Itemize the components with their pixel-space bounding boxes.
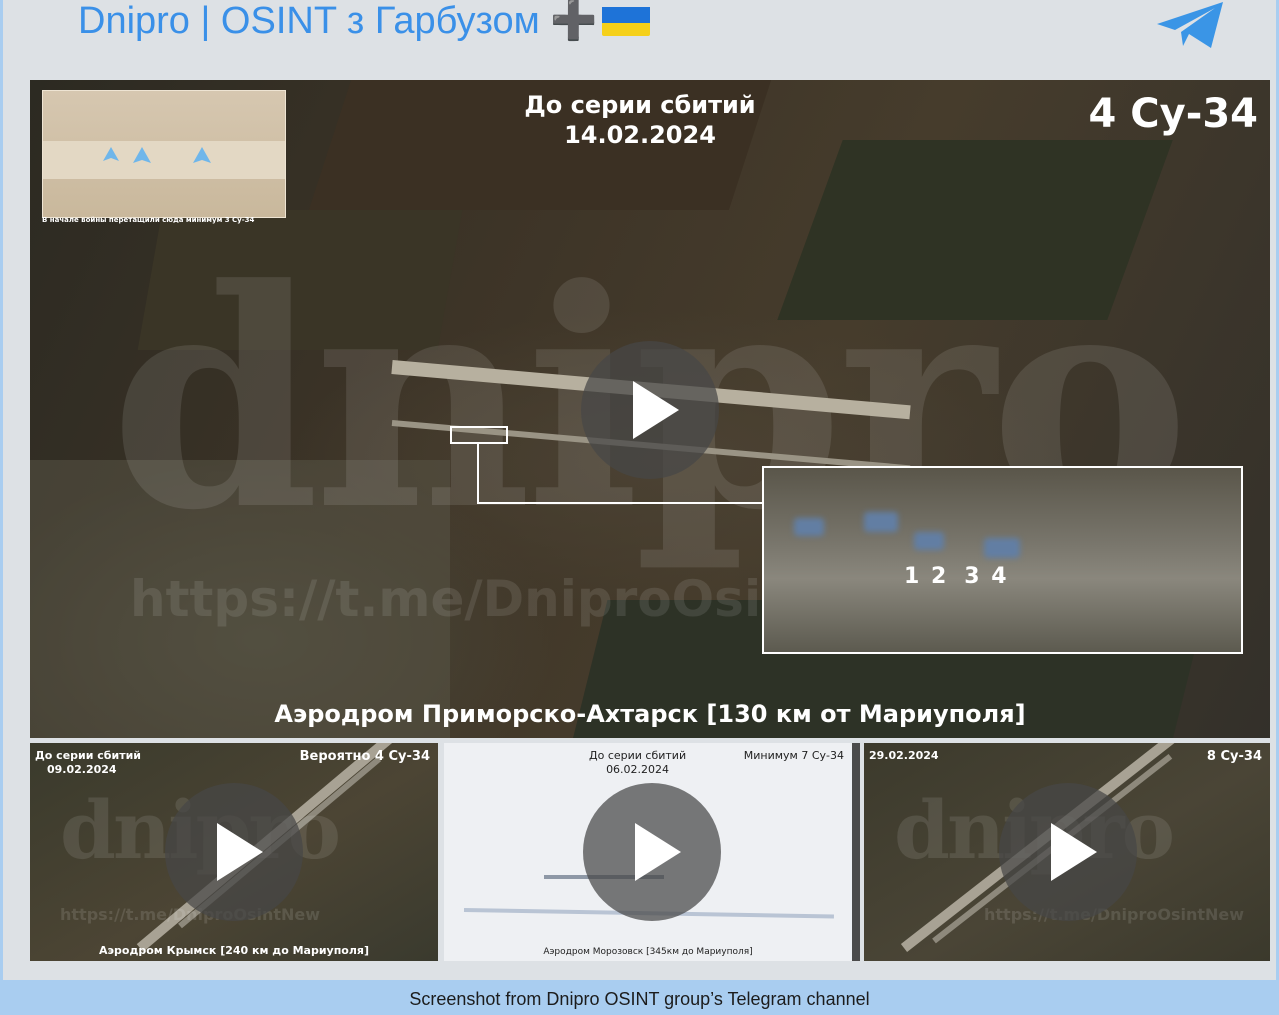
thumbnail-date: До серии сбитий 09.02.2024 [35,749,141,777]
play-button[interactable] [583,783,721,921]
play-button[interactable] [165,783,303,921]
main-date-line1: До серии сбитий [524,91,756,119]
thumbnail-date: До серии сбитий 06.02.2024 [589,749,686,777]
aircraft-blob [864,512,898,532]
aircraft-number-group: 1 2 [904,564,949,589]
telegram-post: Dnipro | OSINT з Гарбузом ➕ dnipro https… [0,0,1279,980]
main-caption: Аэродром Приморско-Ахтарск [130 км от Ма… [274,700,1026,728]
main-date: До серии сбитий 14.02.2024 [490,90,790,150]
aircraft-blob [794,518,824,536]
video-thumbnail-1[interactable]: dnipro https://t.me/DniproOsintNew До се… [30,743,438,961]
inset-photo [42,90,286,218]
thumbnail-date-line2: 06.02.2024 [606,763,670,776]
screenshot-caption: Screenshot from Dnipro OSINT group’s Tel… [409,989,870,1009]
aircraft-blob [914,532,944,550]
watermark-url: https://t.me/DniproOsintNew [984,905,1245,924]
zoom-inset: 1 2 3 4 [762,466,1243,654]
ukraine-flag-icon [601,4,650,36]
thumbnail-caption: Аэродром Морозовск [345км до Мариуполя] [543,947,753,957]
thumbnail-count: 8 Су-34 [1206,749,1262,764]
video-thumbnail-2[interactable]: До серии сбитий 06.02.2024 Минимум 7 Су-… [444,743,852,961]
channel-title-text: Dnipro | OSINT з Гарбузом ➕ [78,0,598,42]
caption-bar: Screenshot from Dnipro OSINT group’s Tel… [0,980,1279,1015]
thumbnail-date-line2: 09.02.2024 [47,763,117,776]
play-button[interactable] [999,783,1137,921]
thumbnail-date: 29.02.2024 [869,749,939,763]
leader-line [477,502,762,504]
thumbnail-date-line1: До серии сбитий [35,749,141,762]
video-thumbnail-3[interactable]: dnipro https://t.me/DniproOsintNew 29.02… [864,743,1270,961]
leader-line [477,442,479,504]
thumbnail-date-line1: 29.02.2024 [869,749,939,762]
channel-title[interactable]: Dnipro | OSINT з Гарбузом ➕ [78,0,650,44]
aircraft-number-group: 3 4 [964,564,1009,589]
aircraft-numbers: 1 2 3 4 [904,564,1025,589]
main-date-line2: 14.02.2024 [564,121,716,149]
thumbnail-caption: Аэродром Крымск [240 км до Мариуполя] [98,944,370,957]
watermark-url: https://t.me/DniproOsintNew [60,905,321,924]
play-button[interactable] [581,341,719,479]
thumbnail-count: Минимум 7 Су-34 [743,749,844,762]
highlight-box [450,426,508,444]
thumbnail-date-line1: До серии сбитий [589,749,687,762]
main-video[interactable]: dnipro https://t.me/DniproOsintNew В нач… [30,80,1270,738]
thumbnail-count: Вероятно 4 Су-34 [299,749,430,764]
thumbnail-divider [852,743,860,961]
aircraft-blob [984,538,1020,558]
inset-caption: В начале войны перетащили сюда минимум 3… [42,216,255,224]
telegram-logo-icon[interactable] [1153,0,1229,52]
main-aircraft-count: 4 Су-34 [1088,91,1258,137]
